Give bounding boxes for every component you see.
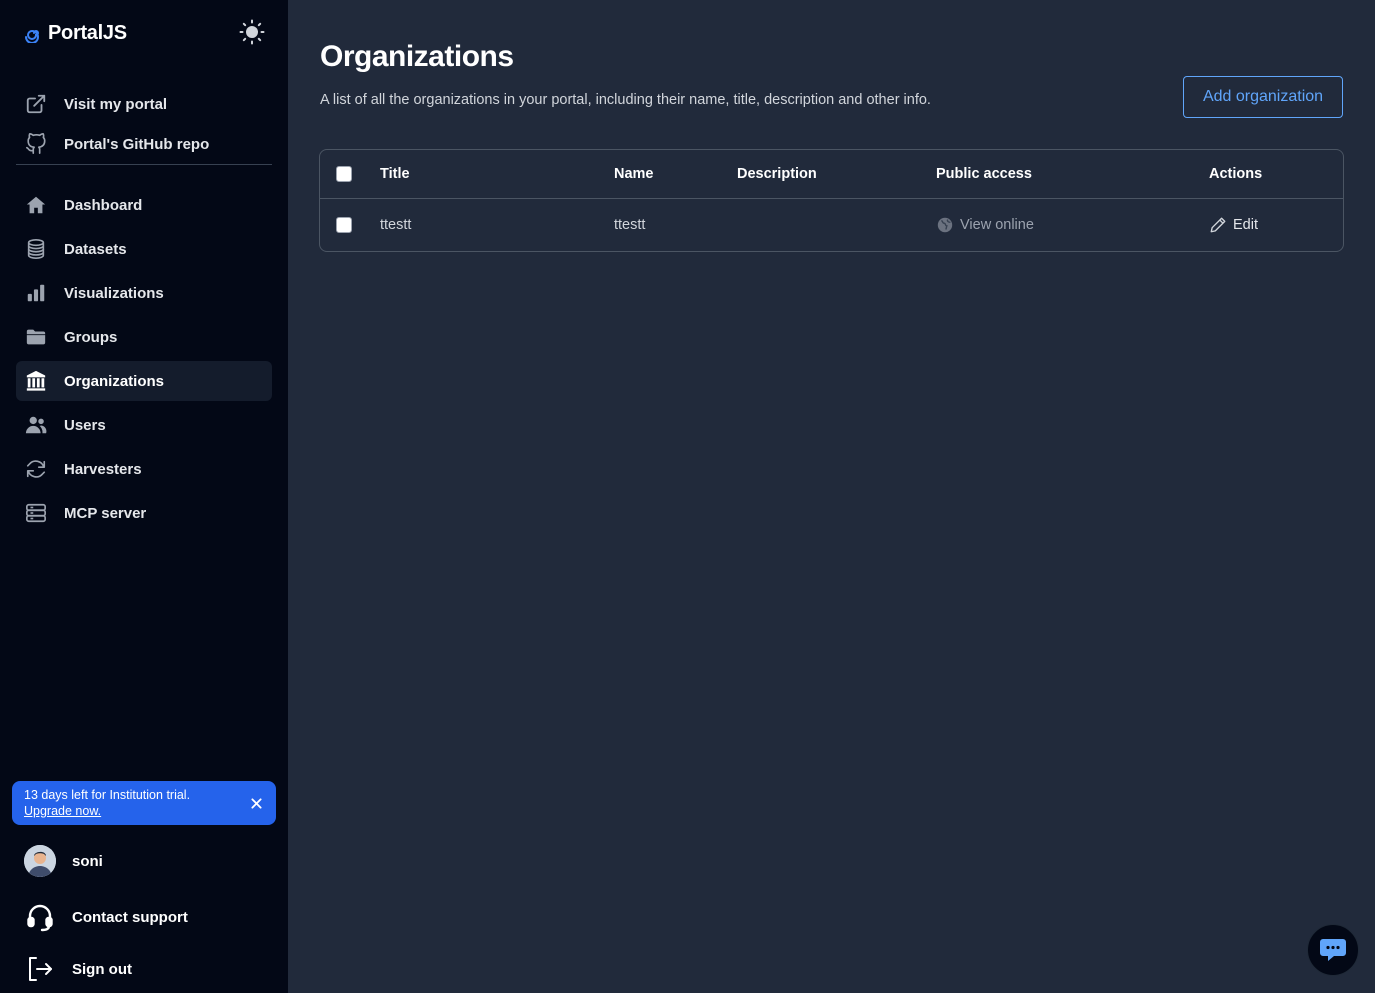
sidebar-link-github-repo[interactable]: Portal's GitHub repo: [16, 124, 272, 164]
building-icon: [24, 369, 48, 393]
chat-widget-button[interactable]: [1307, 924, 1359, 976]
server-icon: [24, 501, 48, 525]
portaljs-logo[interactable]: PortalJS: [24, 20, 127, 46]
sidebar-item-label: Organizations: [64, 372, 165, 390]
sidebar-item-label: Visualizations: [64, 284, 164, 302]
add-organization-button[interactable]: Add organization: [1183, 76, 1343, 118]
sidebar-item-label: Users: [64, 416, 106, 434]
header-actions: Actions: [1209, 166, 1263, 182]
headset-icon: [24, 901, 56, 933]
bar-chart-icon: [24, 281, 48, 305]
sidebar-item-label: Groups: [64, 328, 118, 346]
header-name[interactable]: Name: [614, 150, 654, 198]
sidebar-item-dashboard[interactable]: Dashboard: [16, 185, 272, 225]
select-all-checkbox[interactable]: [336, 166, 352, 182]
sidebar-link-visit-portal[interactable]: Visit my portal: [16, 84, 272, 124]
view-online-link[interactable]: View online: [936, 199, 1034, 251]
sidebar-item-visualizations[interactable]: Visualizations: [16, 273, 272, 313]
header-description[interactable]: Description: [737, 150, 817, 198]
header-public-access: Public access: [936, 166, 1032, 182]
sign-out-icon: [24, 953, 56, 985]
sidebar-item-datasets[interactable]: Datasets: [16, 229, 272, 269]
page-title: Organizations: [320, 40, 514, 73]
folder-icon: [24, 325, 48, 349]
sidebar-link-label: Portal's GitHub repo: [64, 135, 210, 153]
sidebar-item-harvesters[interactable]: Harvesters: [16, 449, 272, 489]
sidebar-item-label: Harvesters: [64, 460, 142, 478]
contact-support-label: Contact support: [72, 908, 188, 926]
trial-text: 13 days left for Institution trial.: [24, 788, 191, 802]
users-icon: [24, 413, 48, 437]
sun-icon: [239, 19, 265, 45]
select-all-cell: [336, 150, 352, 198]
sidebar-item-label: Datasets: [64, 240, 127, 258]
user-profile[interactable]: soni: [24, 844, 103, 878]
sidebar-item-mcp-server[interactable]: MCP server: [16, 493, 272, 533]
header-title[interactable]: Title: [380, 150, 410, 198]
upgrade-link[interactable]: Upgrade now.: [24, 804, 101, 818]
user-name: soni: [72, 852, 103, 870]
theme-toggle-button[interactable]: [238, 18, 266, 46]
sidebar-item-users[interactable]: Users: [16, 405, 272, 445]
chat-bubble-icon: [1320, 939, 1346, 961]
edit-link[interactable]: Edit: [1209, 199, 1258, 251]
external-link-icon: [24, 92, 48, 116]
app-name: PortalJS: [48, 21, 127, 44]
edit-label: Edit: [1233, 217, 1258, 233]
close-icon[interactable]: [248, 795, 264, 811]
spiral-logo-icon: [25, 29, 39, 43]
globe-icon: [937, 217, 953, 233]
refresh-icon: [24, 457, 48, 481]
sidebar-item-label: MCP server: [64, 504, 147, 522]
pencil-icon: [1210, 217, 1226, 233]
row-title: ttestt: [380, 217, 412, 233]
home-icon: [24, 193, 48, 217]
sidebar-link-label: Visit my portal: [64, 95, 168, 113]
table-row: ttestt ttestt View online Edit: [320, 199, 1343, 251]
sidebar-divider: [16, 164, 272, 165]
database-icon: [24, 237, 48, 261]
avatar: [24, 845, 56, 877]
sign-out-link[interactable]: Sign out: [24, 952, 132, 986]
page-subtitle: A list of all the organizations in your …: [320, 92, 931, 108]
row-select-cell: [336, 199, 352, 251]
view-online-label: View online: [960, 217, 1034, 233]
trial-banner: 13 days left for Institution trial. Upgr…: [12, 781, 276, 825]
row-checkbox[interactable]: [336, 217, 352, 233]
sidebar: PortalJS Visit my portal Portal's GitHub…: [0, 0, 288, 993]
contact-support-link[interactable]: Contact support: [24, 900, 188, 934]
sidebar-item-groups[interactable]: Groups: [16, 317, 272, 357]
organizations-table: Title Name Description Public access Act…: [319, 149, 1344, 252]
table-header-row: Title Name Description Public access Act…: [320, 150, 1343, 199]
row-name: ttestt: [614, 217, 646, 233]
github-icon: [24, 132, 48, 156]
sidebar-item-organizations[interactable]: Organizations: [16, 361, 272, 401]
sidebar-item-label: Dashboard: [64, 196, 143, 214]
sign-out-label: Sign out: [72, 960, 132, 978]
